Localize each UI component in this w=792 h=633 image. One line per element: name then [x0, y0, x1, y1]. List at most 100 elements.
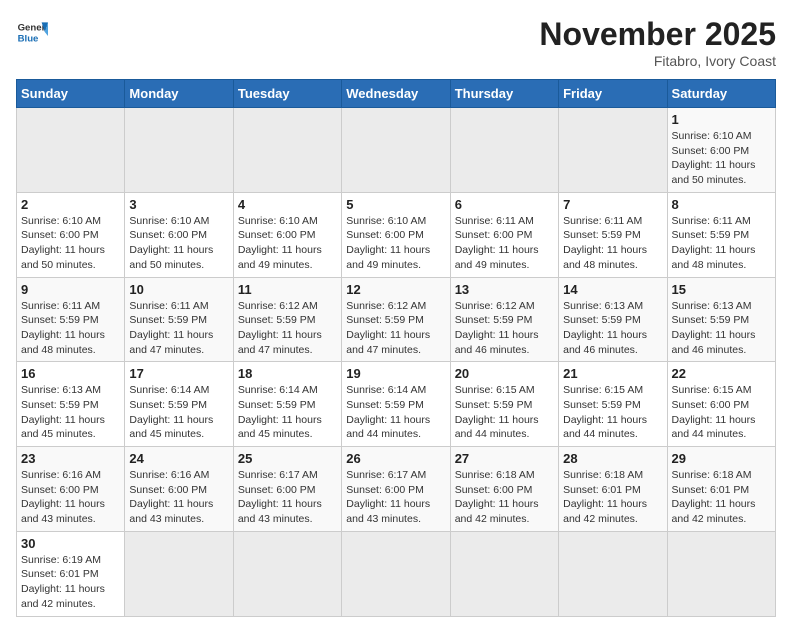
- calendar-cell: [233, 108, 341, 193]
- day-info: Sunrise: 6:14 AMSunset: 5:59 PMDaylight:…: [238, 383, 337, 442]
- day-number: 4: [238, 197, 337, 212]
- calendar-cell: 17 Sunrise: 6:14 AMSunset: 5:59 PMDayligh…: [125, 362, 233, 447]
- weekday-header-row: SundayMondayTuesdayWednesdayThursdayFrid…: [17, 80, 776, 108]
- calendar-cell: 19 Sunrise: 6:14 AMSunset: 5:59 PMDayligh…: [342, 362, 450, 447]
- calendar-cell: [125, 108, 233, 193]
- calendar-cell: 22 Sunrise: 6:15 AMSunset: 6:00 PMDayligh…: [667, 362, 775, 447]
- calendar-cell: 9Sunrise: 6:11 AMSunset: 5:59 PMDaylight…: [17, 277, 125, 362]
- calendar-cell: 11 Sunrise: 6:12 AMSunset: 5:59 PMDayligh…: [233, 277, 341, 362]
- calendar-cell: [559, 531, 667, 616]
- day-number: 25: [238, 451, 337, 466]
- calendar-cell: 21 Sunrise: 6:15 AMSunset: 5:59 PMDayligh…: [559, 362, 667, 447]
- day-number: 15: [672, 282, 771, 297]
- day-info: Sunrise: 6:16 AMSunset: 6:00 PMDaylight:…: [21, 468, 120, 527]
- calendar-week-row: 2 Sunrise: 6:10 AMSunset: 6:00 PMDaylight…: [17, 192, 776, 277]
- calendar-cell: 4Sunrise: 6:10 AMSunset: 6:00 PMDaylight…: [233, 192, 341, 277]
- day-info: Sunrise: 6:16 AMSunset: 6:00 PMDaylight:…: [129, 468, 228, 527]
- calendar-cell: 10 Sunrise: 6:11 AMSunset: 5:59 PMDayligh…: [125, 277, 233, 362]
- calendar-cell: 20 Sunrise: 6:15 AMSunset: 5:59 PMDayligh…: [450, 362, 558, 447]
- day-number: 16: [21, 366, 120, 381]
- day-number: 22: [672, 366, 771, 381]
- day-info: Sunrise: 6:15 AMSunset: 5:59 PMDaylight:…: [455, 383, 554, 442]
- day-number: 21: [563, 366, 662, 381]
- day-number: 20: [455, 366, 554, 381]
- day-info: Sunrise: 6:11 AMSunset: 5:59 PMDaylight:…: [563, 214, 662, 273]
- calendar-cell: 23 Sunrise: 6:16 AMSunset: 6:00 PMDayligh…: [17, 447, 125, 532]
- calendar-cell: [17, 108, 125, 193]
- weekday-header-cell: Thursday: [450, 80, 558, 108]
- calendar-cell: 6Sunrise: 6:11 AMSunset: 6:00 PMDaylight…: [450, 192, 558, 277]
- day-number: 10: [129, 282, 228, 297]
- day-number: 13: [455, 282, 554, 297]
- day-number: 27: [455, 451, 554, 466]
- weekday-header-cell: Saturday: [667, 80, 775, 108]
- day-info: Sunrise: 6:18 AMSunset: 6:01 PMDaylight:…: [563, 468, 662, 527]
- calendar-cell: 7Sunrise: 6:11 AMSunset: 5:59 PMDaylight…: [559, 192, 667, 277]
- calendar-cell: 29 Sunrise: 6:18 AMSunset: 6:01 PMDayligh…: [667, 447, 775, 532]
- day-info: Sunrise: 6:10 AMSunset: 6:00 PMDaylight:…: [21, 214, 120, 273]
- calendar-cell: 1 Sunrise: 6:10 AMSunset: 6:00 PMDaylight…: [667, 108, 775, 193]
- calendar-cell: [233, 531, 341, 616]
- day-info: Sunrise: 6:12 AMSunset: 5:59 PMDaylight:…: [455, 299, 554, 358]
- day-info: Sunrise: 6:13 AMSunset: 5:59 PMDaylight:…: [563, 299, 662, 358]
- day-number: 29: [672, 451, 771, 466]
- calendar-week-row: 1 Sunrise: 6:10 AMSunset: 6:00 PMDaylight…: [17, 108, 776, 193]
- calendar-cell: [125, 531, 233, 616]
- day-number: 12: [346, 282, 445, 297]
- calendar-cell: 13 Sunrise: 6:12 AMSunset: 5:59 PMDayligh…: [450, 277, 558, 362]
- day-number: 30: [21, 536, 120, 551]
- calendar-table: SundayMondayTuesdayWednesdayThursdayFrid…: [16, 79, 776, 617]
- calendar-week-row: 16Sunrise: 6:13 AMSunset: 5:59 PMDayligh…: [17, 362, 776, 447]
- calendar-cell: 14 Sunrise: 6:13 AMSunset: 5:59 PMDayligh…: [559, 277, 667, 362]
- svg-text:Blue: Blue: [18, 34, 39, 45]
- logo: General Blue: [16, 16, 48, 48]
- calendar-cell: 26Sunrise: 6:17 AMSunset: 6:00 PMDayligh…: [342, 447, 450, 532]
- day-number: 1: [672, 112, 771, 127]
- day-number: 19: [346, 366, 445, 381]
- weekday-header-cell: Friday: [559, 80, 667, 108]
- day-info: Sunrise: 6:10 AMSunset: 6:00 PMDaylight:…: [672, 129, 771, 188]
- day-info: Sunrise: 6:11 AMSunset: 5:59 PMDaylight:…: [21, 299, 120, 358]
- calendar-cell: 27 Sunrise: 6:18 AMSunset: 6:00 PMDayligh…: [450, 447, 558, 532]
- calendar-cell: 3 Sunrise: 6:10 AMSunset: 6:00 PMDaylight…: [125, 192, 233, 277]
- day-info: Sunrise: 6:17 AMSunset: 6:00 PMDaylight:…: [238, 468, 337, 527]
- day-info: Sunrise: 6:10 AMSunset: 6:00 PMDaylight:…: [346, 214, 445, 273]
- weekday-header-cell: Tuesday: [233, 80, 341, 108]
- day-number: 8: [672, 197, 771, 212]
- day-number: 14: [563, 282, 662, 297]
- calendar-cell: 8Sunrise: 6:11 AMSunset: 5:59 PMDaylight…: [667, 192, 775, 277]
- weekday-header-cell: Sunday: [17, 80, 125, 108]
- day-info: Sunrise: 6:18 AMSunset: 6:00 PMDaylight:…: [455, 468, 554, 527]
- day-number: 3: [129, 197, 228, 212]
- day-number: 17: [129, 366, 228, 381]
- day-info: Sunrise: 6:18 AMSunset: 6:01 PMDaylight:…: [672, 468, 771, 527]
- calendar-week-row: 9Sunrise: 6:11 AMSunset: 5:59 PMDaylight…: [17, 277, 776, 362]
- day-info: Sunrise: 6:10 AMSunset: 6:00 PMDaylight:…: [129, 214, 228, 273]
- day-info: Sunrise: 6:12 AMSunset: 5:59 PMDaylight:…: [238, 299, 337, 358]
- day-info: Sunrise: 6:15 AMSunset: 6:00 PMDaylight:…: [672, 383, 771, 442]
- day-info: Sunrise: 6:11 AMSunset: 5:59 PMDaylight:…: [129, 299, 228, 358]
- day-number: 18: [238, 366, 337, 381]
- day-info: Sunrise: 6:14 AMSunset: 5:59 PMDaylight:…: [129, 383, 228, 442]
- logo-icon: General Blue: [16, 16, 48, 48]
- day-number: 2: [21, 197, 120, 212]
- calendar-cell: 30 Sunrise: 6:19 AMSunset: 6:01 PMDayligh…: [17, 531, 125, 616]
- calendar-cell: 24Sunrise: 6:16 AMSunset: 6:00 PMDayligh…: [125, 447, 233, 532]
- day-number: 26: [346, 451, 445, 466]
- calendar-cell: 28Sunrise: 6:18 AMSunset: 6:01 PMDayligh…: [559, 447, 667, 532]
- calendar-week-row: 23 Sunrise: 6:16 AMSunset: 6:00 PMDayligh…: [17, 447, 776, 532]
- day-number: 23: [21, 451, 120, 466]
- header: General Blue November 2025 Fitabro, Ivor…: [16, 16, 776, 69]
- calendar-cell: [342, 531, 450, 616]
- calendar-cell: [559, 108, 667, 193]
- location: Fitabro, Ivory Coast: [539, 53, 776, 69]
- day-number: 11: [238, 282, 337, 297]
- calendar-cell: [342, 108, 450, 193]
- day-info: Sunrise: 6:14 AMSunset: 5:59 PMDaylight:…: [346, 383, 445, 442]
- day-info: Sunrise: 6:19 AMSunset: 6:01 PMDaylight:…: [21, 553, 120, 612]
- calendar-cell: 16Sunrise: 6:13 AMSunset: 5:59 PMDayligh…: [17, 362, 125, 447]
- day-info: Sunrise: 6:15 AMSunset: 5:59 PMDaylight:…: [563, 383, 662, 442]
- calendar-cell: 2 Sunrise: 6:10 AMSunset: 6:00 PMDaylight…: [17, 192, 125, 277]
- weekday-header-cell: Wednesday: [342, 80, 450, 108]
- calendar-cell: 5Sunrise: 6:10 AMSunset: 6:00 PMDaylight…: [342, 192, 450, 277]
